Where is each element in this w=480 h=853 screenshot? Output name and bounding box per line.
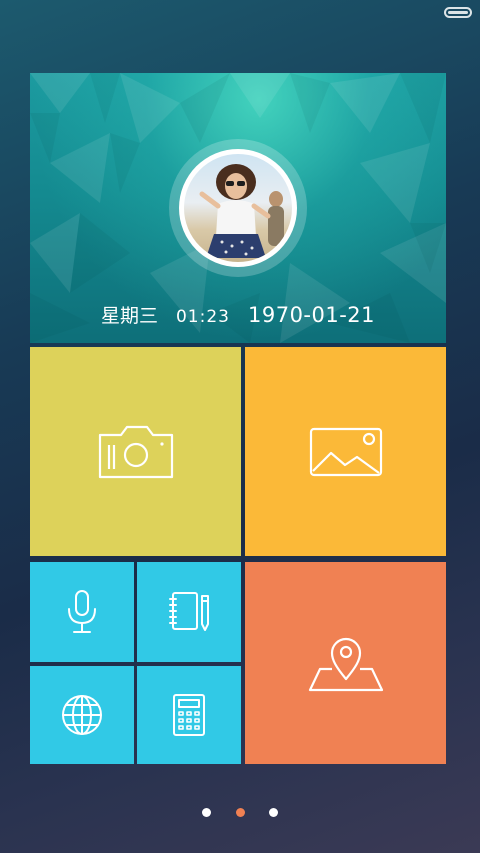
avatar-photo xyxy=(184,154,292,262)
notes-tile[interactable] xyxy=(137,562,241,662)
maps-tile[interactable] xyxy=(245,562,446,764)
datetime-line: 星期三 01:23 1970-01-21 xyxy=(30,301,446,328)
map-pin-icon xyxy=(308,637,383,692)
image-icon xyxy=(309,427,382,476)
date-label: 1970-01-21 xyxy=(247,303,376,327)
browser-tile[interactable] xyxy=(30,666,134,764)
time-label: 01:23 xyxy=(175,307,230,327)
calculator-tile[interactable] xyxy=(137,666,241,764)
page-dot-3[interactable] xyxy=(269,808,278,817)
gallery-tile[interactable] xyxy=(245,347,446,556)
avatar[interactable] xyxy=(169,139,307,277)
camera-tile[interactable] xyxy=(30,347,241,556)
weekday-label: 星期三 xyxy=(100,305,158,327)
microphone-icon xyxy=(68,590,96,633)
page-dot-1[interactable] xyxy=(202,808,211,817)
battery-icon xyxy=(444,7,472,18)
calculator-icon xyxy=(173,694,205,736)
profile-card[interactable]: 星期三 01:23 1970-01-21 xyxy=(30,73,446,343)
camera-icon xyxy=(98,425,173,478)
page-indicator xyxy=(0,808,480,818)
page-dot-2-active[interactable] xyxy=(236,808,245,817)
globe-icon xyxy=(62,695,102,735)
recorder-tile[interactable] xyxy=(30,562,134,662)
notebook-icon xyxy=(169,592,209,631)
